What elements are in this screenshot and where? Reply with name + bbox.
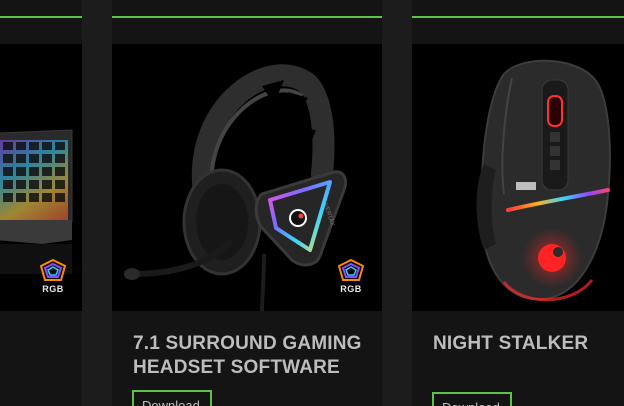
product-card-headset[interactable]: VERTAX RGB 7.1 SURROUND GAMING HEADSET S… <box>112 0 382 406</box>
card-accent-line <box>412 16 624 18</box>
rgb-badge: RGB <box>336 258 366 294</box>
rgb-label: RGB <box>42 284 64 294</box>
rgb-logo-icon <box>39 258 67 281</box>
rgb-badge: RGB <box>38 258 68 294</box>
product-title[interactable]: NIGHT STALKER <box>433 332 624 356</box>
product-image-headset[interactable]: VERTAX RGB <box>112 44 382 311</box>
product-image-mouse[interactable] <box>412 44 624 311</box>
card-accent-line <box>0 16 82 18</box>
download-button[interactable]: Download <box>132 390 212 406</box>
card-accent-line <box>112 16 382 18</box>
gaming-mouse-image <box>476 59 611 302</box>
product-grid: RGB VERTAX RGB 7.1 SURROUND GAMING HEADS… <box>0 0 624 406</box>
download-button[interactable]: Download <box>432 392 512 406</box>
rgb-label: RGB <box>340 284 362 294</box>
product-image-keyboard[interactable]: RGB <box>0 44 82 311</box>
product-card-mouse[interactable]: NIGHT STALKER Download <box>412 0 624 406</box>
product-title[interactable]: 7.1 SURROUND GAMING HEADSET SOFTWARE <box>133 332 373 380</box>
product-card-keyboard[interactable]: RGB <box>0 0 82 406</box>
rgb-logo-icon <box>337 258 365 281</box>
